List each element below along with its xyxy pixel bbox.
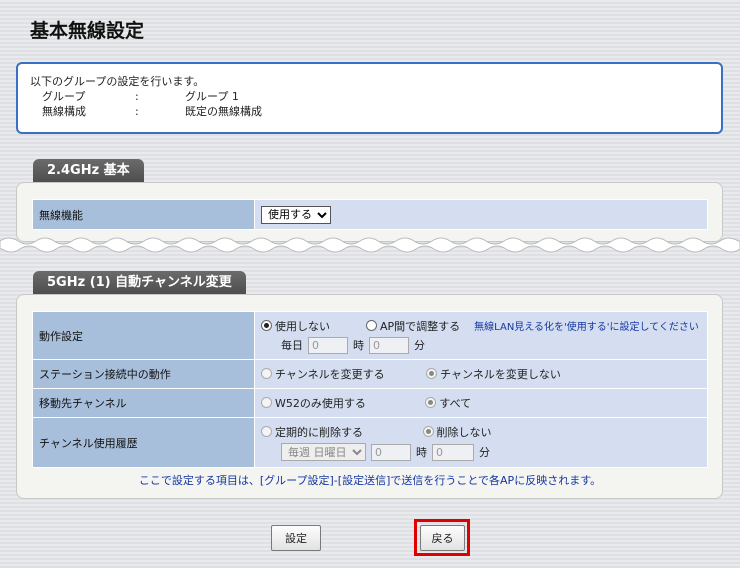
radio-keep-channel[interactable]: チャンネルを変更しない: [426, 366, 561, 382]
info-row-group: グループ : グループ 1: [30, 89, 709, 104]
radio-label: すべて: [439, 396, 472, 410]
info-separator: :: [135, 105, 139, 118]
daily-label: 毎日: [281, 339, 303, 352]
table-5ghz: 動作設定 使用しない AP間で調整する 無線LAN見える化を'使用する'に設定し…: [32, 311, 708, 468]
footer-note: ここで設定する項目は、[グループ設定]-[設定送信]で送信を行うことで各APに反…: [138, 474, 602, 487]
radio-label: チャンネルを変更しない: [440, 367, 561, 381]
radio-w52-only[interactable]: W52のみ使用する: [261, 395, 366, 411]
radio-ap-coordinate[interactable]: AP間で調整する: [366, 318, 460, 334]
radio-unchecked-icon[interactable]: [261, 397, 272, 409]
radio-unchecked-icon[interactable]: [261, 368, 272, 380]
info-separator: :: [135, 90, 139, 103]
section-break-wave: [0, 237, 740, 253]
radio-checked-icon[interactable]: [261, 320, 272, 331]
weekly-time-row: 毎週 日曜日 0 時 0 分: [261, 443, 701, 462]
info-key: グループ: [42, 90, 86, 103]
radio-all-channels[interactable]: すべて: [425, 395, 471, 411]
table-24ghz: 無線機能 使用する: [32, 199, 708, 230]
radio-checked-icon[interactable]: [425, 397, 437, 409]
operation-setting-label: 動作設定: [32, 311, 255, 360]
back-button[interactable]: 戻る: [420, 525, 465, 551]
wireless-function-select[interactable]: 使用する: [261, 205, 331, 224]
weekly-day-select[interactable]: 毎週 日曜日: [281, 443, 366, 462]
radio-label: 定期的に削除する: [275, 425, 363, 439]
weekly-hour-input[interactable]: 0: [371, 443, 411, 461]
radio-unchecked-icon[interactable]: [366, 320, 377, 331]
info-intro: 以下のグループの設定を行います。: [30, 75, 205, 88]
daily-minute-input[interactable]: 0: [369, 336, 409, 354]
weekly-minute-input[interactable]: 0: [432, 443, 474, 461]
info-key: 無線構成: [42, 105, 86, 118]
station-behavior-label: ステーション接続中の動作: [32, 359, 255, 389]
daily-hour-input[interactable]: 0: [308, 336, 348, 354]
hour-unit: 時: [416, 446, 427, 460]
set-button[interactable]: 設定: [271, 525, 321, 551]
info-row-config: 無線構成 : 既定の無線構成: [30, 104, 709, 119]
radio-label: AP間で調整する: [380, 319, 461, 333]
radio-delete-periodically[interactable]: 定期的に削除する: [261, 424, 363, 440]
info-value: グループ 1: [185, 90, 239, 103]
radio-label: チャンネルを変更する: [275, 367, 385, 381]
daily-time-row: 毎日 0 時 0 分: [261, 336, 701, 354]
info-value: 既定の無線構成: [185, 105, 262, 118]
radio-label: W52のみ使用する: [275, 396, 366, 410]
section-tab-24ghz: 2.4GHz 基本: [33, 159, 144, 182]
destination-channel-label: 移動先チャンネル: [32, 388, 255, 418]
page-title: 基本無線設定: [30, 20, 145, 42]
hour-unit: 時: [353, 339, 364, 352]
radio-not-use[interactable]: 使用しない: [261, 318, 330, 334]
minute-unit: 分: [414, 339, 425, 352]
radio-unchecked-icon[interactable]: [261, 426, 272, 438]
radio-label: 削除しない: [436, 425, 492, 439]
channel-history-label: チャンネル使用履歴: [32, 417, 255, 468]
group-info-box: 以下のグループの設定を行います。 グループ : グループ 1 無線構成 : 既定…: [16, 62, 723, 134]
section-tab-5ghz: 5GHz (1) 自動チャンネル変更: [33, 271, 246, 294]
radio-checked-icon[interactable]: [426, 368, 438, 380]
wireless-function-label: 無線機能: [32, 199, 255, 230]
radio-label: 使用しない: [275, 319, 330, 333]
visualization-note: 無線LAN見える化を'使用する'に設定してください: [474, 322, 699, 333]
radio-no-delete[interactable]: 削除しない: [422, 424, 492, 440]
minute-unit: 分: [479, 446, 490, 460]
radio-change-channel[interactable]: チャンネルを変更する: [261, 366, 385, 382]
radio-checked-icon[interactable]: [422, 426, 434, 438]
